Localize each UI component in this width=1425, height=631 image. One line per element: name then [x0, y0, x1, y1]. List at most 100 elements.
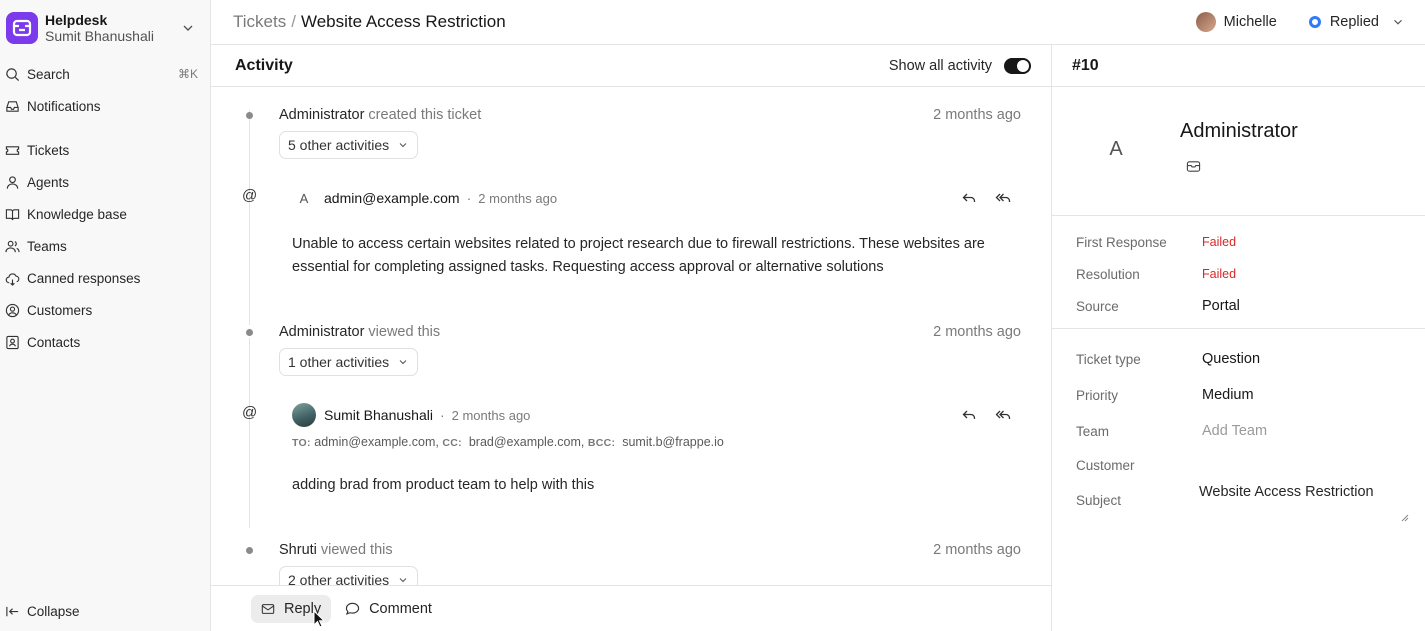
- ticket-details-panel: #10 A Administrator First Response Faile…: [1052, 45, 1425, 631]
- activity-actor: Shruti: [279, 542, 317, 558]
- email-recipients: TO: admin@example.com, CC: brad@example.…: [292, 435, 724, 449]
- other-activities-button[interactable]: 5 other activities: [279, 131, 419, 159]
- sidebar-item-search[interactable]: Search ⌘K: [0, 58, 210, 90]
- app-switcher[interactable]: Helpdesk Sumit Bhanushali: [0, 6, 210, 50]
- email-at-icon: @: [242, 187, 258, 204]
- chevron-down-icon: [1394, 19, 1402, 25]
- status-badge: Failed: [1202, 267, 1237, 281]
- field-resolution: Resolution Failed: [1052, 258, 1425, 290]
- sidebar-item-notifications[interactable]: Notifications: [0, 90, 210, 122]
- chevron-down-icon: [183, 25, 193, 31]
- collapse-icon: [4, 603, 20, 619]
- email-header: A admin@example.com · 2 months ago: [292, 186, 1021, 210]
- reply-icon[interactable]: [961, 190, 977, 206]
- user-icon: [4, 174, 20, 190]
- timeline-dot: [246, 329, 253, 336]
- field-first-response: First Response Failed: [1052, 226, 1425, 258]
- activity-feed[interactable]: Administrator created this ticket 2 mont…: [211, 88, 1051, 585]
- field-team[interactable]: Team Add Team: [1052, 413, 1425, 449]
- search-shortcut: ⌘K: [177, 67, 198, 81]
- field-label: Ticket type: [1076, 351, 1141, 367]
- field-label: Team: [1076, 423, 1110, 439]
- reply-icon[interactable]: [961, 407, 977, 423]
- sidebar-item-label: Contacts: [27, 334, 81, 350]
- current-user-name: Sumit Bhanushali: [45, 28, 154, 44]
- sidebar-item-agents[interactable]: Agents: [0, 166, 210, 198]
- ticket-icon: [4, 142, 20, 158]
- activity-entry: Administrator created this ticket 2 mont…: [279, 107, 1021, 123]
- chevron-down-icon: [399, 143, 407, 148]
- sidebar-item-label: Teams: [27, 238, 67, 254]
- priority-select[interactable]: Medium: [1202, 387, 1254, 403]
- field-source: Source Portal: [1052, 290, 1425, 322]
- activity-panel: Activity Show all activity Administrator…: [211, 45, 1052, 631]
- search-icon: [4, 66, 20, 82]
- email-sender: admin@example.com: [324, 190, 460, 206]
- activity-entry: Shruti viewed this 2 months ago: [279, 542, 1021, 558]
- book-icon: [4, 206, 20, 222]
- reply-all-icon[interactable]: [995, 190, 1011, 206]
- other-activities-label: 2 other activities: [288, 572, 390, 585]
- email-at-icon: @: [242, 404, 258, 421]
- field-ticket-type[interactable]: Ticket type Question: [1052, 341, 1425, 377]
- sidebar-item-teams[interactable]: Teams: [0, 230, 210, 262]
- sidebar-item-label: Agents: [27, 174, 70, 190]
- avatar: A: [1109, 137, 1123, 160]
- sidebar: Helpdesk Sumit Bhanushali Search ⌘K Noti…: [0, 0, 211, 631]
- email-body: Unable to access certain websites relate…: [292, 236, 985, 275]
- subject-textarea[interactable]: Website Access Restriction: [1199, 480, 1409, 522]
- collapse-sidebar-button[interactable]: Collapse: [0, 595, 210, 627]
- sidebar-item-label: Canned responses: [27, 270, 141, 286]
- show-all-activity-toggle[interactable]: [1004, 57, 1031, 74]
- email-body: adding brad from product team to help wi…: [292, 477, 595, 493]
- field-label: Priority: [1076, 387, 1119, 403]
- cloud-icon: [4, 270, 20, 286]
- other-activities-label: 5 other activities: [288, 137, 390, 153]
- breadcrumb-separator: /: [291, 12, 296, 31]
- field-customer[interactable]: Customer: [1052, 449, 1425, 481]
- comment-button[interactable]: Comment: [335, 595, 442, 623]
- status-dot-icon: [1308, 16, 1321, 28]
- comment-icon: [345, 602, 360, 615]
- sla-section: First Response Failed Resolution Failed …: [1052, 216, 1425, 329]
- ticket-type-select[interactable]: Question: [1202, 351, 1260, 367]
- resize-grip-icon[interactable]: [1401, 514, 1409, 522]
- activity-time: 2 months ago: [933, 542, 1021, 558]
- sidebar-item-contacts[interactable]: Contacts: [0, 326, 210, 358]
- field-label: First Response: [1076, 234, 1167, 250]
- collapse-label: Collapse: [27, 603, 80, 619]
- timeline-dot: [246, 112, 253, 119]
- chevron-down-icon: [399, 360, 407, 365]
- breadcrumb-tickets[interactable]: Tickets: [233, 12, 286, 32]
- assignee-button[interactable]: Michelle: [1195, 12, 1277, 32]
- mail-icon[interactable]: [1186, 159, 1201, 174]
- composer-bar: Reply Comment: [211, 585, 1051, 631]
- other-activities-button[interactable]: 2 other activities: [279, 566, 419, 585]
- email-sender: Sumit Bhanushali: [324, 407, 433, 423]
- timeline-rail: [249, 110, 250, 325]
- inbox-icon: [4, 98, 20, 114]
- field-value: Portal: [1202, 298, 1240, 314]
- status-dropdown[interactable]: Replied: [1308, 14, 1405, 30]
- field-priority[interactable]: Priority Medium: [1052, 377, 1425, 413]
- activity-actor: Administrator: [279, 324, 365, 340]
- sidebar-item-tickets[interactable]: Tickets: [0, 134, 210, 166]
- reply-all-icon[interactable]: [995, 407, 1011, 423]
- subject-value: Website Access Restriction: [1199, 484, 1374, 500]
- sidebar-item-knowledge-base[interactable]: Knowledge base: [0, 198, 210, 230]
- sidebar-item-canned-responses[interactable]: Canned responses: [0, 262, 210, 294]
- sidebar-item-customers[interactable]: Customers: [0, 294, 210, 326]
- field-label: Source: [1076, 298, 1119, 314]
- cc-value: brad@example.com,: [468, 435, 585, 449]
- mouse-cursor-icon: [313, 610, 325, 628]
- cc-label: CC:: [442, 437, 462, 449]
- team-select[interactable]: Add Team: [1202, 423, 1267, 439]
- other-activities-button[interactable]: 1 other activities: [279, 348, 419, 376]
- breadcrumb-current: Website Access Restriction: [300, 12, 506, 31]
- field-label: Resolution: [1076, 266, 1140, 282]
- avatar: [1195, 12, 1216, 32]
- activity-action: viewed this: [320, 542, 393, 558]
- activity-entry: Administrator viewed this 2 months ago: [279, 324, 1021, 340]
- activity-action: created this ticket: [368, 107, 482, 123]
- activity-action: viewed this: [368, 324, 441, 340]
